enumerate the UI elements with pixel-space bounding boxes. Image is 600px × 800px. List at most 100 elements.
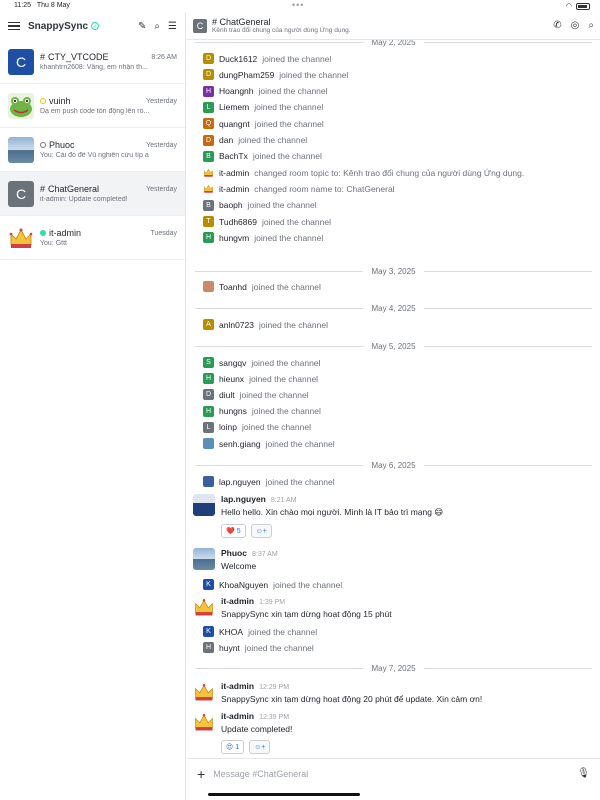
room-item-cty-vtcode[interactable]: C # CTY_VTCODE 8:26 AM khanhtrn2608: Vâng…	[0, 40, 185, 84]
username[interactable]: dan	[219, 135, 233, 145]
room-item-chatgeneral[interactable]: C # ChatGeneral Yesterday it-admin: Updat…	[0, 172, 185, 216]
user-avatar[interactable]: H	[203, 642, 214, 653]
user-avatar[interactable]: D	[203, 53, 214, 64]
user-avatar[interactable]: H	[203, 373, 214, 385]
user-avatar[interactable]: B	[203, 150, 214, 162]
username[interactable]: hungvm	[219, 233, 249, 243]
channel-hash-icon: #	[40, 184, 46, 194]
username[interactable]: hieunx	[219, 374, 244, 384]
username[interactable]: anln0723	[219, 320, 254, 330]
threads-icon[interactable]: ◎	[571, 20, 580, 31]
username[interactable]: diult	[219, 390, 235, 400]
system-message: Toanhd joined the channel	[203, 281, 321, 292]
username[interactable]: sangqv	[219, 358, 246, 368]
microphone-icon[interactable]: 🎙	[577, 768, 590, 779]
room-name: it-admin	[49, 228, 82, 238]
photo-avatar[interactable]	[203, 476, 214, 487]
username[interactable]: loinp	[219, 422, 237, 432]
system-text: joined the channel	[252, 151, 322, 162]
call-icon[interactable]: ✆	[553, 20, 561, 31]
room-title[interactable]: ChatGeneral	[220, 17, 271, 27]
chat-message[interactable]: lap.nguyen 8:21 AM Hello hello. Xin chào m…	[193, 494, 443, 538]
user-avatar[interactable]	[193, 681, 215, 703]
status-bar: 11:25 Thu 8 May ••• ◠	[0, 0, 600, 12]
username[interactable]: BachTx	[219, 151, 248, 161]
system-text: joined the channel	[247, 200, 317, 211]
username[interactable]: huynt	[219, 643, 240, 653]
chat-message[interactable]: Phuoc 8:37 AM Welcome	[193, 548, 278, 571]
user-avatar[interactable]: K	[203, 579, 214, 590]
user-avatar[interactable]: H	[203, 232, 214, 244]
compose-icon[interactable]: ✎	[138, 21, 146, 32]
reaction-pill[interactable]: 😍 1	[221, 740, 245, 754]
username[interactable]: KHOA	[219, 627, 243, 637]
message-author[interactable]: it-admin	[221, 711, 254, 721]
multitask-dots[interactable]: •••	[292, 0, 304, 10]
chat-message[interactable]: it-admin 12:29 PM SnappySync xin tạm dừng …	[193, 681, 482, 704]
user-avatar[interactable]: K	[203, 626, 214, 637]
menu-icon[interactable]	[8, 22, 20, 30]
user-avatar[interactable]: D	[203, 389, 214, 401]
photo-avatar[interactable]	[203, 281, 214, 292]
user-avatar[interactable]: H	[203, 85, 214, 97]
sidebar: SnappySync ✓ ✎ ⌕ ☰ C # CTY_VTCODE 8:26 AM…	[0, 12, 186, 800]
date-divider: May 6, 2025	[187, 461, 600, 470]
user-avatar[interactable]: H	[203, 405, 214, 417]
user-avatar[interactable]: B	[203, 199, 214, 211]
user-avatar[interactable]: D	[203, 69, 214, 81]
reaction-pill[interactable]: ❤️ 5	[221, 524, 246, 538]
message-author[interactable]: it-admin	[221, 596, 254, 606]
photo-avatar[interactable]	[203, 438, 214, 449]
add-reaction-icon[interactable]: ☺+	[250, 524, 272, 538]
username[interactable]: Duck1612	[219, 54, 257, 64]
message-author[interactable]: Phuoc	[221, 548, 247, 558]
user-avatar[interactable]: T	[203, 216, 214, 227]
user-avatar[interactable]: D	[203, 134, 214, 146]
username[interactable]: KhoaNguyen	[219, 580, 268, 590]
chat-message[interactable]: it-admin 1:39 PM SnappySync xin tạm dừng h…	[193, 596, 392, 619]
user-avatar[interactable]: L	[203, 101, 214, 113]
username[interactable]: it-admin	[219, 168, 249, 178]
username[interactable]: Hoangnh	[219, 86, 254, 96]
username[interactable]: baoph	[219, 200, 243, 210]
crown-avatar[interactable]	[203, 183, 214, 195]
user-avatar[interactable]	[193, 548, 215, 570]
add-reaction-icon[interactable]: ☺+	[249, 740, 271, 754]
search-icon[interactable]: ⌕	[588, 20, 594, 31]
room-date: Yesterday	[146, 97, 177, 105]
message-author[interactable]: it-admin	[221, 681, 254, 691]
username[interactable]: Toanhd	[219, 282, 247, 292]
plus-icon[interactable]: +	[197, 766, 205, 782]
crown-avatar[interactable]	[203, 167, 214, 179]
system-text: joined the channel	[251, 281, 321, 292]
username[interactable]: quangnt	[219, 119, 250, 129]
user-avatar[interactable]	[193, 596, 215, 618]
user-avatar[interactable]: A	[203, 319, 214, 330]
message-time: 12:39 PM	[259, 714, 290, 721]
username[interactable]: Liemem	[219, 102, 249, 112]
message-feed[interactable]: May 2, 2025 D Duck1612 joined the channel Dd…	[187, 40, 600, 770]
directory-icon[interactable]: ☰	[168, 21, 177, 32]
message-author[interactable]: lap.nguyen	[221, 494, 266, 504]
user-avatar[interactable]: Q	[203, 118, 214, 130]
username[interactable]: lap.nguyen	[219, 477, 261, 487]
system-text: joined the channel	[238, 135, 308, 145]
workspace-name[interactable]: SnappySync ✓	[28, 21, 130, 32]
chat-message[interactable]: it-admin 12:39 PM Update completed! 😍 1 ☺+	[193, 711, 292, 754]
room-item-it-admin[interactable]: it-admin Tuesday You: Gttt	[0, 216, 185, 260]
room-item-vuinh[interactable]: vuinh Yesterday Dạ em push code tồn động…	[0, 84, 185, 128]
user-avatar[interactable]: L	[203, 421, 214, 433]
room-header-avatar[interactable]: C	[193, 18, 207, 33]
user-avatar[interactable]	[193, 711, 215, 733]
username[interactable]: dungPham259	[219, 70, 274, 80]
room-last-message: You: Cái đó để Vũ nghiên cứu tìp a	[40, 152, 149, 159]
search-icon[interactable]: ⌕	[154, 21, 160, 32]
username[interactable]: Tudh6869	[219, 217, 257, 227]
username[interactable]: hungns	[219, 406, 247, 416]
message-input[interactable]: Message #ChatGeneral	[213, 769, 569, 779]
user-avatar[interactable]	[193, 494, 215, 516]
username[interactable]: senh.giang	[219, 439, 261, 449]
room-item-phuoc[interactable]: Phuoc Yesterday You: Cái đó để Vũ nghiên…	[0, 128, 185, 172]
username[interactable]: it-admin	[219, 184, 249, 194]
user-avatar[interactable]: S	[203, 357, 214, 368]
